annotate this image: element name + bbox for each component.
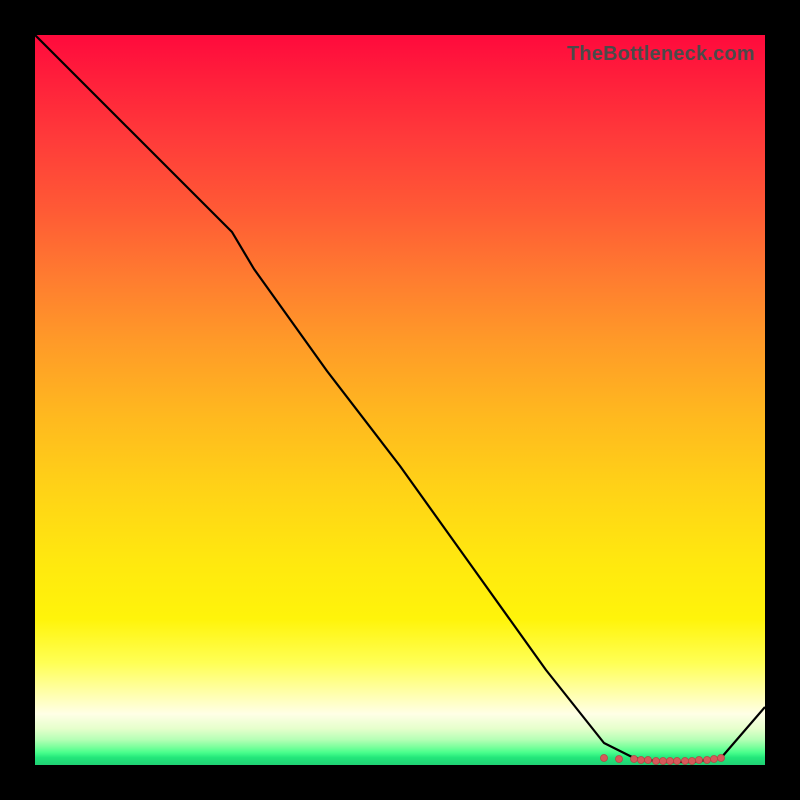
chart-svg [35, 35, 765, 765]
min-zone-markers [601, 755, 725, 765]
watermark-text: TheBottleneck.com [567, 43, 755, 66]
bottleneck-curve [35, 35, 765, 762]
chart-container: TheBottleneck.com [0, 0, 800, 800]
plot-area: TheBottleneck.com [35, 35, 765, 765]
